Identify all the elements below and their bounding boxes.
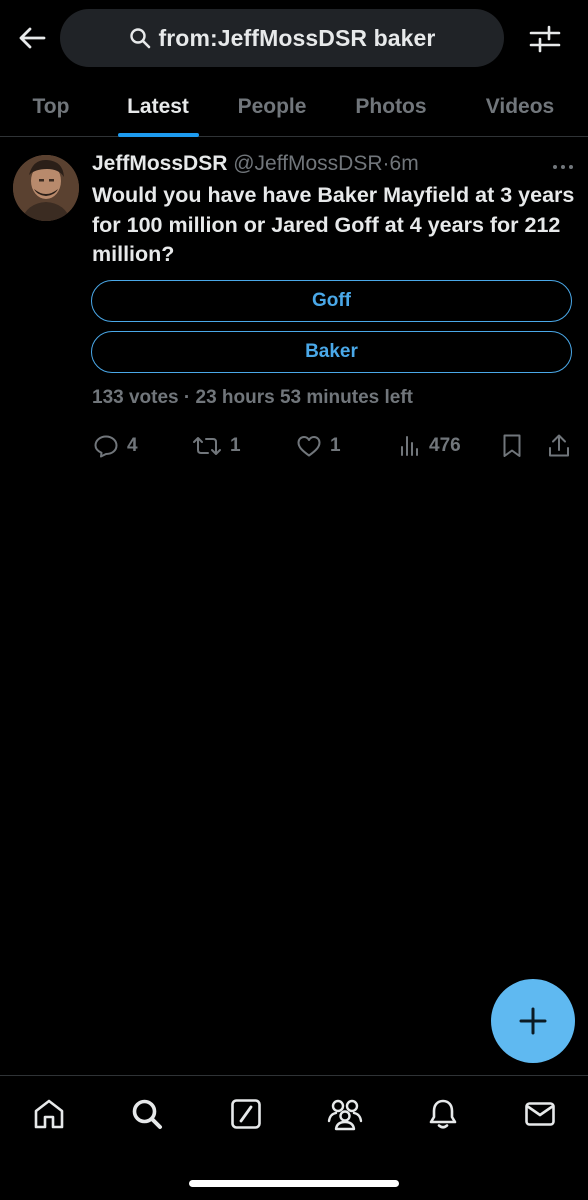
sliders-icon	[529, 25, 561, 53]
nav-notifications[interactable]	[419, 1094, 467, 1134]
home-indicator	[189, 1180, 399, 1187]
nav-communities[interactable]	[321, 1094, 369, 1134]
top-bar: from:JeffMossDSR baker	[0, 0, 588, 78]
tab-photos[interactable]: Photos	[330, 78, 452, 136]
nav-messages[interactable]	[516, 1094, 564, 1134]
mail-icon	[525, 1102, 555, 1126]
display-name[interactable]: JeffMossDSR	[92, 152, 227, 175]
search-filter-button[interactable]	[522, 18, 568, 60]
share-button[interactable]	[547, 432, 571, 460]
bell-icon	[429, 1099, 457, 1129]
tweet[interactable]: JeffMossDSR @JeffMossDSR·6m Would you ha…	[0, 137, 588, 477]
search-input[interactable]: from:JeffMossDSR baker	[60, 9, 504, 67]
retweet-count: 1	[230, 435, 241, 456]
tab-people[interactable]: People	[214, 78, 330, 136]
tweet-text: Would you have have Baker Mayfield at 3 …	[92, 183, 575, 266]
grok-icon	[231, 1099, 261, 1129]
more-dot	[553, 165, 557, 169]
search-icon	[132, 1099, 162, 1129]
nav-home[interactable]	[25, 1094, 73, 1134]
tweet-time[interactable]: 6m	[390, 152, 419, 175]
retweet-icon	[193, 437, 221, 455]
back-button[interactable]	[12, 18, 52, 58]
user-handle[interactable]: @JeffMossDSR	[233, 152, 382, 175]
search-icon	[129, 28, 150, 49]
reply-icon	[94, 435, 118, 458]
arrow-left-icon	[19, 27, 46, 49]
tweet-actions: 4 1 1 476	[0, 432, 588, 460]
nav-search[interactable]	[123, 1094, 171, 1134]
like-count: 1	[330, 435, 341, 456]
reply-button[interactable]: 4	[93, 432, 138, 460]
tweet-header: JeffMossDSR @JeffMossDSR·6m	[92, 152, 419, 176]
more-dot	[561, 165, 565, 169]
communities-icon	[327, 1099, 363, 1131]
compose-button[interactable]	[491, 979, 575, 1063]
avatar[interactable]	[13, 155, 79, 221]
like-button[interactable]: 1	[296, 432, 341, 460]
plus-icon	[519, 1007, 547, 1035]
poll-option-baker[interactable]: Baker	[91, 331, 572, 373]
share-icon	[549, 434, 569, 457]
poll-meta: 133 votes · 23 hours 53 minutes left	[92, 387, 414, 408]
search-results-screen: from:JeffMossDSR baker Top Latest People…	[0, 0, 588, 1200]
nav-grok[interactable]	[222, 1094, 270, 1134]
separator-dot: ·	[382, 152, 390, 175]
more-options-button[interactable]	[548, 157, 578, 177]
poll-option-goff[interactable]: Goff	[91, 280, 572, 322]
more-dot	[569, 165, 573, 169]
search-query-text: from:JeffMossDSR baker	[158, 24, 436, 51]
views-button[interactable]: 476	[399, 432, 461, 460]
views-count: 476	[429, 435, 461, 456]
search-tabs: Top Latest People Photos Videos	[0, 78, 588, 137]
avatar-photo	[13, 155, 79, 221]
bookmark-button[interactable]	[501, 432, 523, 460]
retweet-button[interactable]: 1	[192, 432, 241, 460]
tab-videos[interactable]: Videos	[452, 78, 588, 136]
reply-count: 4	[127, 435, 138, 456]
tab-latest[interactable]: Latest	[102, 78, 214, 136]
views-icon	[401, 436, 418, 456]
home-icon	[34, 1099, 64, 1129]
bookmark-icon	[503, 434, 521, 457]
heart-icon	[297, 436, 321, 457]
tab-top[interactable]: Top	[0, 78, 102, 136]
